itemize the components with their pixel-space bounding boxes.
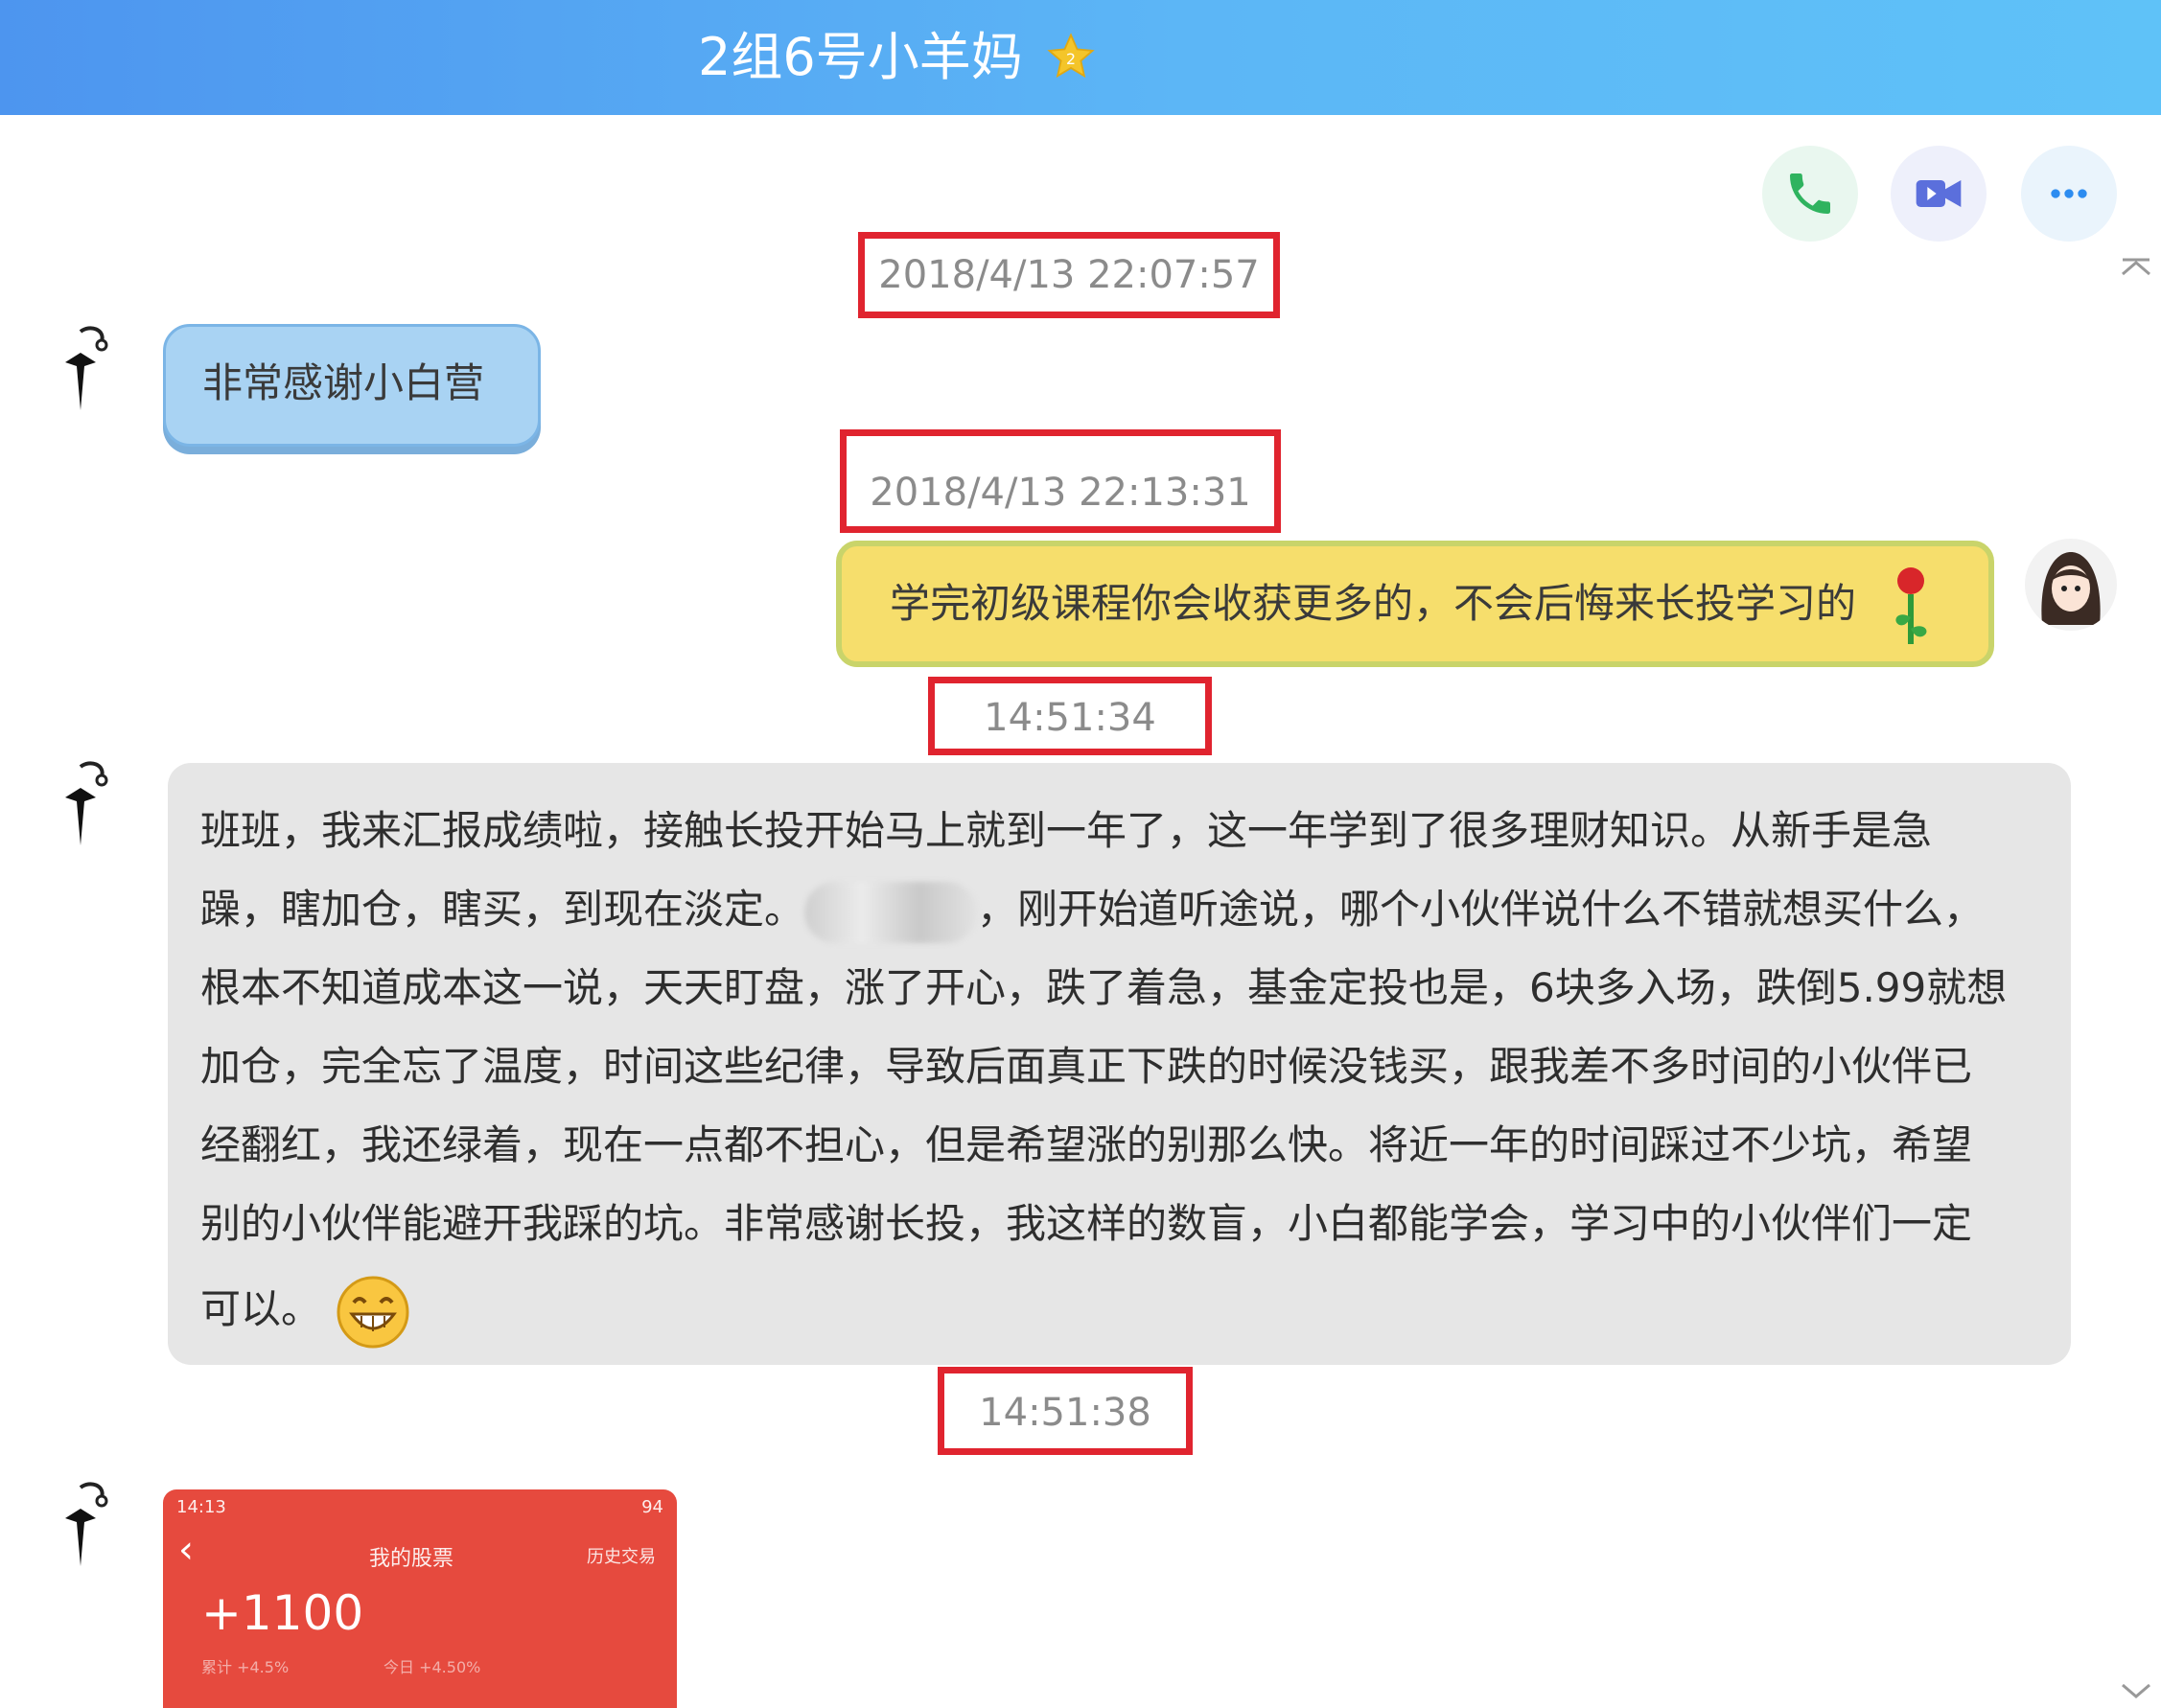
message-bubble[interactable]: 非常感谢小白营 xyxy=(163,324,541,447)
rose-icon xyxy=(1882,564,1940,650)
sub-right: 今日 +4.50% xyxy=(383,1658,481,1676)
message-line: 加仓，完全忘了温度，时间这些纪律，导致后面真正下跌的时候没钱买，跟我差不多时间的… xyxy=(200,1043,1973,1090)
message-timestamp: 2018/4/13 22:07:57 xyxy=(858,232,1280,318)
sub-left: 累计 +4.5% xyxy=(201,1658,290,1676)
message-timestamp: 14:51:38 xyxy=(938,1367,1193,1455)
message-line: 别的小伙伴能避开我踩的坑。非常感谢长投，我这样的数盲，小白都能学会，学习中的小伙… xyxy=(200,1200,1973,1247)
message-line: 班班，我来汇报成绩啦，接触长投开始马上就到一年了，这一年学到了很多理财知识。从新… xyxy=(200,807,1933,854)
phone-icon xyxy=(1790,173,1830,214)
message-line: 躁，瞎加仓，瞎买，到现在淡定。 ，刚开始道听途说，哪个小伙伴说什么不错就想买什么， xyxy=(200,870,2040,949)
screen-title: 我的股票 xyxy=(369,1547,454,1571)
sender-avatar[interactable] xyxy=(52,759,115,855)
svg-text:2: 2 xyxy=(1066,50,1076,68)
umbrella-avatar-icon xyxy=(65,326,108,410)
more-button[interactable] xyxy=(2021,146,2117,242)
sender-avatar[interactable] xyxy=(52,324,115,420)
video-call-button[interactable] xyxy=(1891,146,1987,242)
message-text: ，刚开始道听途说，哪个小伙伴说什么不错就想买什么， xyxy=(977,886,1985,933)
blurred-redaction xyxy=(804,881,978,943)
chat-title: 2组6号小羊妈 xyxy=(698,27,1023,87)
umbrella-avatar-icon xyxy=(65,761,108,845)
more-icon xyxy=(2051,189,2087,198)
status-battery: 94 xyxy=(641,1497,663,1517)
message-timestamp: 2018/4/13 22:13:31 xyxy=(840,429,1281,533)
title-bar: 2组6号小羊妈 2 xyxy=(0,0,2161,115)
sender-avatar[interactable] xyxy=(52,1480,115,1576)
scroll-down-icon[interactable] xyxy=(2119,1679,2153,1702)
profit-value: +1100 xyxy=(201,1585,364,1641)
screen-action: 历史交易 xyxy=(587,1547,656,1567)
message-text: 躁，瞎加仓，瞎买，到现在淡定。 xyxy=(200,886,805,933)
my-avatar[interactable] xyxy=(2025,539,2117,631)
back-icon: ‹ xyxy=(178,1528,194,1572)
message-timestamp: 14:51:34 xyxy=(928,677,1212,755)
image-message[interactable]: 14:13 94 ‹ 我的股票 历史交易 +1100 累计 +4.5% 今日 +… xyxy=(163,1489,677,1708)
message-text: 学完初级课程你会收获更多的，不会后悔来长投学习的 xyxy=(890,580,1857,627)
message-text: 可以。 xyxy=(200,1285,322,1332)
status-time: 14:13 xyxy=(176,1497,226,1517)
message-line: 根本不知道成本这一说，天天盯盘，涨了开心，跌了着急，基金定投也是，6块多入场，跌… xyxy=(200,964,2008,1011)
voice-call-button[interactable] xyxy=(1762,146,1858,242)
message-bubble[interactable]: 班班，我来汇报成绩啦，接触长投开始马上就到一年了，这一年学到了很多理财知识。从新… xyxy=(168,763,2071,1365)
message-line: 可以。 xyxy=(200,1263,2040,1355)
message-line: 经翻红，我还绿着，现在一点都不担心，但是希望涨的别那么快。将近一年的时间踩过不少… xyxy=(200,1121,1973,1168)
umbrella-avatar-icon xyxy=(65,1482,108,1566)
video-icon xyxy=(1916,180,1962,207)
scroll-up-icon[interactable] xyxy=(2119,257,2153,280)
grin-emoji-icon xyxy=(335,1274,411,1350)
girl-avatar-icon xyxy=(2041,552,2101,625)
message-bubble[interactable]: 学完初级课程你会收获更多的，不会后悔来长投学习的 xyxy=(836,541,1994,667)
star-badge-icon: 2 xyxy=(1045,31,1097,82)
